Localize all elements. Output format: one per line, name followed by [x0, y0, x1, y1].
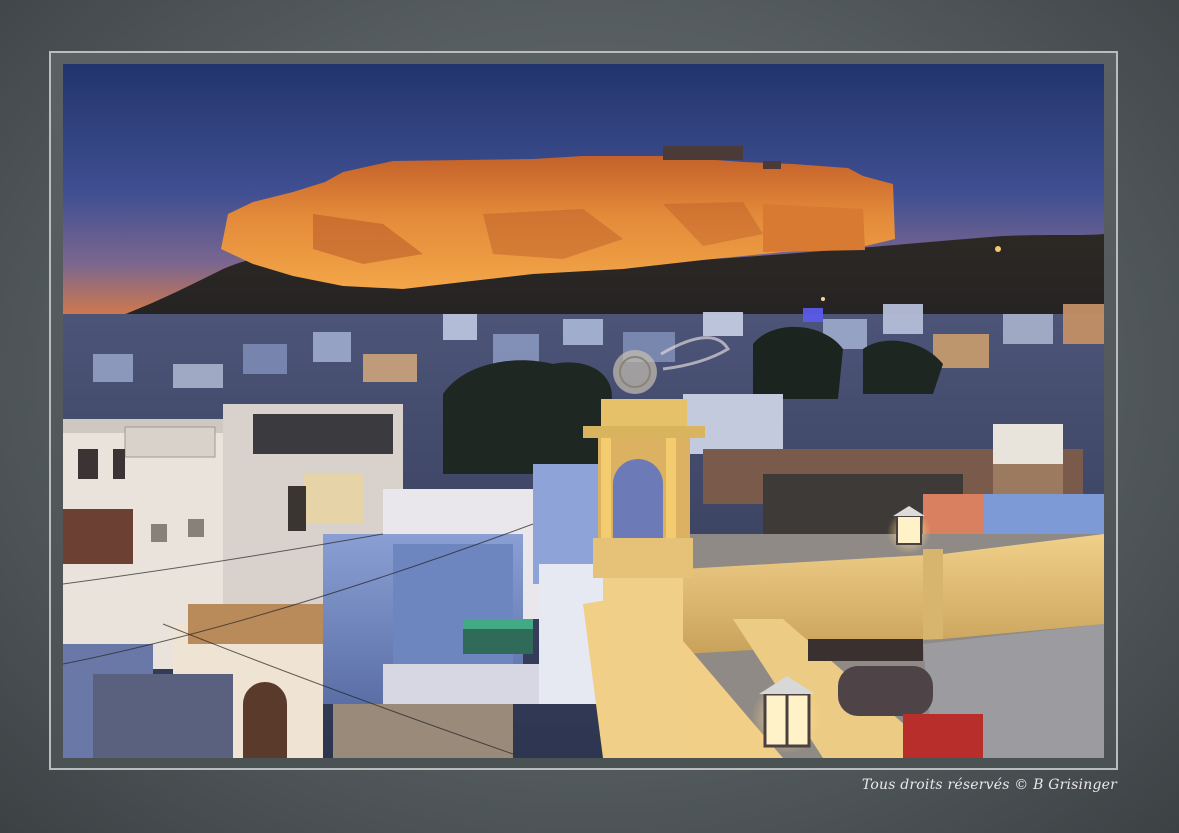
photograph: [63, 64, 1104, 758]
trees: [443, 360, 612, 474]
copyright-watermark: Tous droits réservés © B Grisinger: [861, 777, 1117, 793]
